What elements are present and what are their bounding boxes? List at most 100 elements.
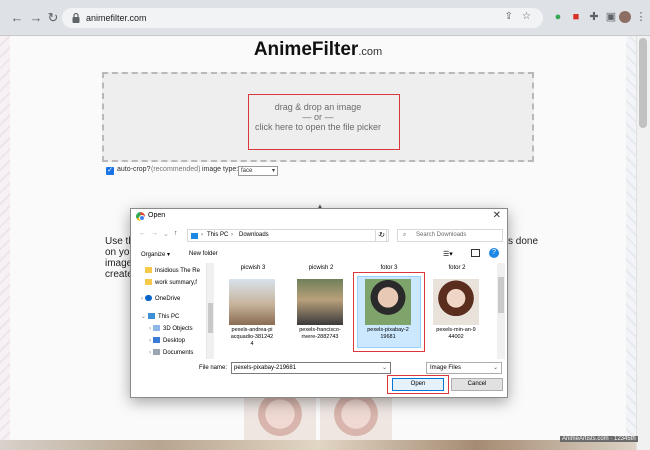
search-downloads-input[interactable]: ⌕ Search Downloads [397, 229, 503, 242]
tree-item[interactable]: ⌄ This PC [141, 313, 179, 322]
background-decoration [626, 36, 636, 450]
help-icon[interactable]: ? [489, 248, 499, 258]
side-panel-icon[interactable]: ▣ [604, 10, 618, 24]
back-icon[interactable]: ← [139, 230, 146, 237]
chevron-down-icon: ▾ [271, 168, 275, 174]
file-item-label[interactable]: picwish 2 [291, 265, 351, 271]
view-options-icon[interactable]: ☰▾ [443, 250, 453, 258]
tree-item-label: work summary,f [155, 280, 197, 286]
screen: ← → ↻ animefilter.com ⇪ ☆ ● ■ ✚ ▣ ⋮ Anim… [0, 0, 650, 450]
tree-item[interactable]: work summary,f [145, 279, 197, 288]
background-text: s done [508, 236, 538, 247]
file-name-line: 4 [250, 341, 254, 347]
avatar[interactable] [619, 11, 631, 23]
chevron-down-icon[interactable]: ⌄ [163, 230, 169, 238]
refresh-icon[interactable]: ↻ [375, 229, 389, 242]
back-icon[interactable]: ← [8, 9, 26, 27]
breadcrumb-item[interactable]: Downloads [239, 230, 269, 241]
dialog-footer: File name: pexels-pixabay-219681 ⌄ Image… [131, 361, 507, 399]
desktop-icon [153, 337, 160, 343]
menu-kebab-icon[interactable]: ⋮ [634, 10, 648, 24]
file-name-line: pexels-andrea-pi [231, 327, 273, 333]
path-breadcrumb[interactable]: › This PC › Downloads ⌄ [187, 229, 387, 242]
file-item[interactable]: pexels-francisco- rivere-2882743 [287, 327, 353, 341]
autocrop-checkbox[interactable]: ✓ [106, 167, 114, 175]
scrollbar-thumb[interactable] [208, 303, 213, 333]
tree-item[interactable]: › 3D Objects [149, 325, 193, 334]
scrollbar-thumb[interactable] [639, 38, 647, 128]
tree-item-label: OneDrive [155, 296, 181, 302]
organize-button[interactable]: Organize ▾ [141, 251, 170, 258]
dialog-titlebar: Open ✕ [131, 209, 507, 225]
extensions-puzzle-icon[interactable]: ✚ [587, 10, 601, 24]
file-name-line: 44002 [448, 334, 464, 340]
tree-item[interactable]: › Desktop [149, 337, 185, 346]
site-title: AnimeFilter.com [0, 39, 636, 61]
file-thumbnail[interactable] [229, 279, 275, 325]
file-name-label: File name: [199, 365, 228, 371]
command-bar: Organize ▾ New folder ☰▾ ? [131, 247, 507, 261]
cancel-button[interactable]: Cancel [451, 378, 503, 391]
file-item[interactable]: pexels-min-an-9 44002 [423, 327, 489, 341]
bookmark-star-icon[interactable]: ☆ [522, 11, 531, 22]
new-folder-button[interactable]: New folder [189, 251, 218, 257]
file-item[interactable]: pexels-andrea-pi acquadio-381242 4 [219, 327, 285, 348]
search-icon: ⌕ [403, 232, 407, 238]
extension-chart-icon[interactable]: ■ [569, 10, 583, 24]
file-item-label[interactable]: fotor 2 [427, 265, 487, 271]
navigation-scrollbar[interactable] [207, 263, 214, 359]
file-name-line: pexels-min-an-9 [436, 327, 476, 333]
file-type-select[interactable]: Image Files ⌄ [426, 362, 502, 374]
highlight-box [248, 94, 400, 150]
page-scrollbar[interactable] [636, 36, 650, 450]
image-type-label: image type: [202, 166, 239, 173]
preview-pane-icon[interactable] [471, 249, 480, 257]
file-type-value: Image Files [430, 365, 462, 371]
file-thumbnail[interactable] [433, 279, 479, 325]
file-name-input[interactable]: pexels-pixabay-219681 ⌄ [231, 362, 391, 374]
scrollbar-thumb[interactable] [498, 277, 504, 313]
file-item-label[interactable]: picwish 3 [223, 265, 283, 271]
chrome-icon [136, 212, 145, 221]
pc-icon [148, 313, 156, 319]
grammarly-icon[interactable]: ● [551, 10, 565, 24]
url-text: animefilter.com [86, 13, 147, 23]
cube-icon [153, 325, 160, 331]
folder-icon [145, 279, 152, 285]
image-caption: AnimeArtists.com · 12345th [560, 436, 638, 442]
background-text-line: s done [508, 236, 539, 247]
file-item-label[interactable]: fotor 3 [359, 265, 419, 271]
chevron-right-icon: › [149, 350, 151, 356]
file-name-value: pexels-pixabay-219681 [234, 365, 297, 371]
close-icon[interactable]: ✕ [493, 210, 501, 221]
file-name-line: acquadio-381242 [230, 334, 274, 340]
tree-item-label: 3D Objects [163, 326, 193, 332]
file-grid: picwish 3 picwish 2 fotor 3 fotor 2 pexe… [217, 263, 495, 359]
chevron-down-icon: ⌄ [141, 314, 147, 320]
tree-item-label: This PC [158, 314, 180, 320]
document-icon [153, 349, 160, 355]
up-arrow-icon[interactable]: ↑ [174, 230, 178, 237]
file-thumbnail[interactable] [297, 279, 343, 325]
forward-icon[interactable]: → [27, 9, 45, 27]
autocrop-note: (recommended) [151, 166, 201, 173]
tree-item-label: Desktop [163, 338, 186, 344]
tree-item[interactable]: › Documents [149, 349, 193, 358]
browser-toolbar: ← → ↻ animefilter.com ⇪ ☆ ● ■ ✚ ▣ ⋮ [0, 0, 650, 36]
image-dropzone[interactable]: drag & drop an image — or — click here t… [102, 72, 534, 162]
share-icon[interactable]: ⇪ [505, 11, 513, 22]
forward-icon[interactable]: → [151, 230, 158, 237]
chevron-right-icon: › [201, 232, 203, 238]
highlight-box [353, 272, 425, 352]
tree-item[interactable]: Insidious The Re [145, 267, 200, 276]
reload-icon[interactable]: ↻ [44, 9, 62, 27]
address-bar[interactable]: animefilter.com ⇪ ☆ [62, 8, 543, 28]
file-grid-scrollbar[interactable] [497, 263, 505, 359]
navigation-pane: Insidious The Re work summary,f › OneDriv… [135, 263, 207, 359]
site-title-text: AnimeFilter [253, 39, 359, 60]
tree-item-label: Documents [163, 350, 194, 356]
chevron-down-icon[interactable]: ⌄ [382, 363, 387, 373]
breadcrumb-item[interactable]: This PC [207, 230, 228, 241]
image-type-select[interactable]: face ▾ [238, 166, 278, 176]
tree-item[interactable]: › OneDrive [141, 295, 180, 304]
